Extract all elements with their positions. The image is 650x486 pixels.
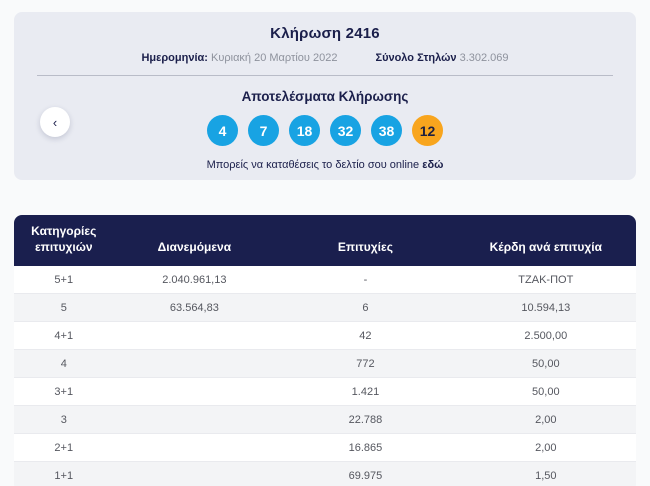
prize-table-header: Κατηγορίες επιτυχιών Διανεμόμενα Επιτυχίες… [14, 215, 636, 267]
table-cell: 1.421 [275, 378, 456, 407]
table-row: 1+1 69.975 1,50 [14, 462, 636, 486]
table-cell: 69.975 [275, 462, 456, 486]
draw-date: Ημερομηνία: Κυριακή 20 Μαρτίου 2022 [141, 52, 337, 64]
drawn-number-ball: 4 [207, 115, 238, 146]
online-ticket-link[interactable]: εδώ [422, 159, 443, 171]
table-row: 5 63.564,83 6 10.594,13 [14, 294, 636, 323]
column-header: Διανεμόμενα [113, 215, 276, 267]
drawn-number-ball: 18 [289, 115, 320, 146]
draw-date-label: Ημερομηνία: [141, 52, 208, 64]
draw-date-value: Κυριακή 20 Μαρτίου 2022 [211, 52, 338, 64]
table-cell: 1+1 [14, 462, 114, 486]
panel-divider [37, 75, 613, 76]
table-row: 3+1 1.421 50,00 [14, 378, 636, 407]
table-row: 4+1 42 2.500,00 [14, 322, 636, 351]
table-cell: 2+1 [14, 434, 114, 463]
table-cell: 50,00 [455, 350, 636, 379]
table-row: 5+1 2.040.961,13- ΤΖΑΚ-ΠΟΤ [14, 266, 636, 295]
drawn-number-ball: 32 [330, 115, 361, 146]
column-header-label: Διανεμόμενα [157, 240, 232, 255]
table-cell [113, 350, 276, 379]
drawn-numbers: 4 7 18 32 38 12 [14, 115, 636, 146]
table-cell: 772 [275, 350, 456, 379]
table-cell: 3 [14, 406, 114, 435]
tzoker-number-ball: 12 [412, 115, 443, 146]
table-cell: 4+1 [14, 322, 114, 351]
total-columns-value: 3.302.069 [459, 52, 509, 64]
table-cell: 6 [275, 294, 456, 323]
table-cell [113, 462, 276, 486]
table-row: 2+1 16.865 2,00 [14, 434, 636, 463]
column-header: Επιτυχίες [275, 215, 456, 267]
table-cell: 4 [14, 350, 114, 379]
table-cell [113, 322, 276, 351]
table-cell: 42 [275, 322, 456, 351]
draw-meta: Ημερομηνία: Κυριακή 20 Μαρτίου 2022 Σύνο… [14, 52, 636, 64]
prize-table-body: 5+1 2.040.961,13- ΤΖΑΚ-ΠΟΤ 5 63.564,83 6 10.59… [14, 266, 636, 486]
online-ticket-note: Μπορείς να καταθέσεις το δελτίο σου onli… [14, 159, 636, 171]
column-header-label: Κατηγορίες επιτυχιών [31, 224, 97, 255]
table-cell: 63.564,83 [113, 294, 276, 323]
table-row: 4 772 50,00 [14, 350, 636, 379]
column-header: Κέρδη ανά επιτυχία [455, 215, 636, 267]
table-cell: 50,00 [455, 378, 636, 407]
table-cell: 10.594,13 [455, 294, 636, 323]
table-cell: 2,00 [455, 406, 636, 435]
table-cell: 1,50 [455, 462, 636, 486]
results-title: Αποτελέσματα Κλήρωσης [241, 89, 409, 104]
table-cell: 5+1 [14, 266, 114, 295]
table-cell: - [275, 266, 456, 295]
table-cell: ΤΖΑΚ-ΠΟΤ [455, 266, 636, 295]
column-header-label: Κέρδη ανά επιτυχία [489, 240, 602, 255]
chevron-left-icon: ‹ [52, 114, 58, 130]
table-cell: 2,00 [455, 434, 636, 463]
table-cell: 2.040.961,13 [113, 266, 276, 295]
table-cell: 2.500,00 [455, 322, 636, 351]
drawn-number-ball: 7 [248, 115, 279, 146]
online-ticket-text: Μπορείς να καταθέσεις το δελτίο σου onli… [206, 159, 423, 171]
table-cell: 3+1 [14, 378, 114, 407]
table-cell: 5 [14, 294, 114, 323]
table-row: 3 22.788 2,00 [14, 406, 636, 435]
table-cell [113, 406, 276, 435]
table-cell [113, 378, 276, 407]
column-header-label: Επιτυχίες [337, 240, 393, 255]
total-columns: Σύνολο Στηλών 3.302.069 [375, 52, 508, 64]
column-header: Κατηγορίες επιτυχιών [14, 215, 114, 267]
total-columns-label: Σύνολο Στηλών [375, 52, 457, 64]
prize-table: Κατηγορίες επιτυχιών Διανεμόμενα Επιτυχίες… [14, 215, 636, 486]
table-cell [113, 434, 276, 463]
page: Κλήρωση 2416 Ημερομηνία: Κυριακή 20 Μαρτ… [0, 0, 650, 486]
draw-summary-panel: Κλήρωση 2416 Ημερομηνία: Κυριακή 20 Μαρτ… [14, 12, 636, 180]
previous-draw-button[interactable]: ‹ [40, 107, 70, 137]
prize-table-container: Κατηγορίες επιτυχιών Διανεμόμενα Επιτυχίες… [14, 215, 636, 486]
drawn-number-ball: 38 [371, 115, 402, 146]
table-cell: 22.788 [275, 406, 456, 435]
table-cell: 16.865 [275, 434, 456, 463]
draw-title: Κλήρωση 2416 [270, 25, 380, 42]
